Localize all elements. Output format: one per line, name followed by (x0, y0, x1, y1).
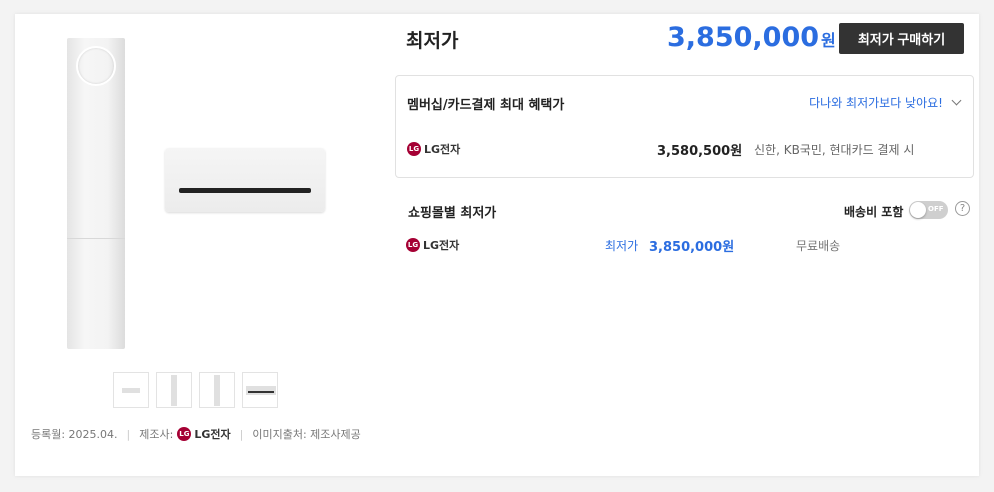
mall-row[interactable]: LG LG전자 최저가 3,850,000원 무료배송 (406, 236, 966, 256)
seller-name: LG전자 (423, 239, 460, 252)
registered-date: 등록월: 2025.04. (31, 428, 118, 441)
shipping-toggle[interactable]: OFF (909, 201, 948, 219)
price-value: 3,850,000 (667, 22, 820, 53)
divider: | (239, 427, 244, 441)
standing-unit-seam (67, 238, 125, 239)
benefit-price: 3,580,500원 (657, 144, 743, 159)
maker-name: LG전자 (194, 428, 231, 441)
mall-price[interactable]: 3,850,000원 (649, 236, 734, 255)
maker-label: 제조사: (139, 428, 174, 441)
lowest-price-title: 최저가 (406, 30, 459, 52)
help-icon[interactable]: ? (955, 201, 970, 216)
benefit-toggle-link[interactable]: 다나와 최저가보다 낮아요! (809, 94, 962, 111)
product-meta: 등록월: 2025.04. | 제조사: LG LG전자 | 이미지출처: 제조… (31, 426, 361, 442)
benefit-title: 멤버십/카드결제 최대 혜택가 (407, 98, 565, 113)
buy-lowest-button[interactable]: 최저가 구매하기 (839, 23, 964, 54)
toggle-knob (910, 202, 926, 218)
thumbnail-list (113, 372, 278, 408)
seller-logo: LG LG전자 (407, 141, 460, 157)
wall-unit-image (165, 148, 325, 212)
seller-logo: LG LG전자 (406, 237, 459, 253)
thumbnail-1[interactable] (113, 372, 149, 408)
product-card: 등록월: 2025.04. | 제조사: LG LG전자 | 이미지출처: 제조… (15, 14, 979, 476)
thumbnail-2[interactable] (156, 372, 192, 408)
toggle-state: OFF (928, 205, 944, 213)
mall-lowest-label: 최저가 (605, 239, 639, 253)
lg-logo-icon: LG (177, 427, 192, 441)
mall-section-title: 쇼핑몰별 최저가 (408, 206, 497, 221)
image-source: 이미지출처: 제조사제공 (252, 428, 361, 441)
maker-logo[interactable]: LG LG전자 (177, 426, 231, 442)
lg-logo-icon: LG (407, 142, 421, 156)
mall-shipping: 무료배송 (796, 239, 841, 253)
lowest-price: 3,850,000 원 (667, 22, 836, 53)
standing-unit-image (67, 38, 125, 349)
benefit-link-label: 다나와 최저가보다 낮아요! (809, 96, 943, 110)
thumbnail-4[interactable] (242, 372, 278, 408)
price-currency: 원 (821, 31, 836, 50)
thumbnail-3[interactable] (199, 372, 235, 408)
seller-name: LG전자 (424, 143, 461, 156)
wall-unit-vent (179, 188, 311, 193)
standing-unit-ring (76, 46, 116, 86)
benefit-box: 멤버십/카드결제 최대 혜택가 다나와 최저가보다 낮아요! LG LG전자 3… (395, 75, 974, 178)
chevron-down-icon (951, 95, 962, 106)
product-image[interactable] (60, 34, 360, 354)
benefit-note: 신한, KB국민, 현대카드 결제 시 (754, 143, 915, 157)
divider: | (126, 427, 131, 441)
lg-logo-icon: LG (406, 238, 420, 252)
shipping-include-label: 배송비 포함 (844, 205, 904, 219)
benefit-row[interactable]: LG LG전자 3,580,500원 신한, KB국민, 현대카드 결제 시 (407, 140, 962, 159)
